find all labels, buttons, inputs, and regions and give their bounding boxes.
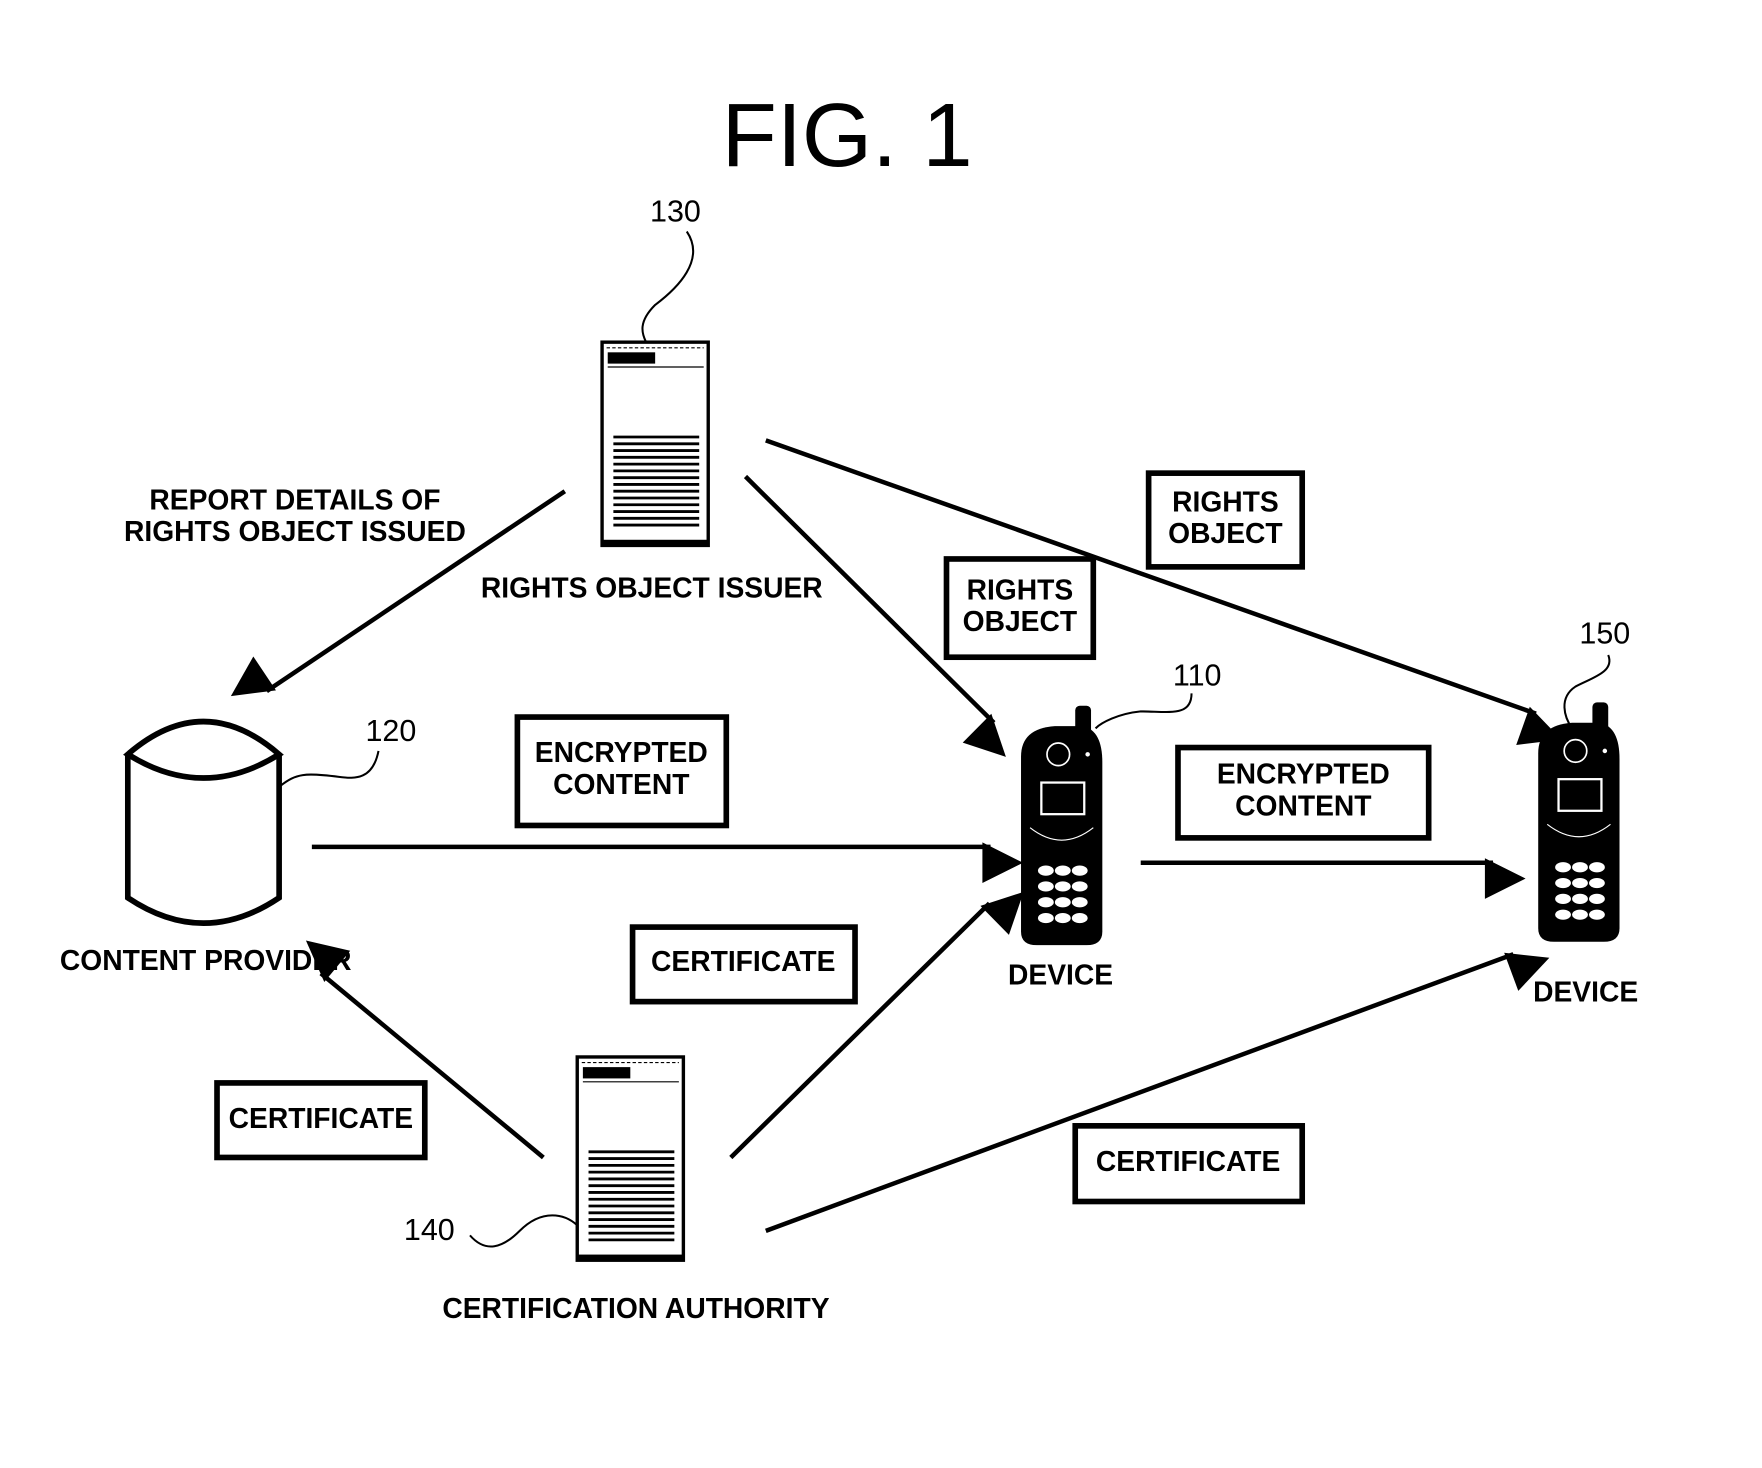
ref-130: 130 xyxy=(650,194,701,228)
ref-150: 150 xyxy=(1579,617,1630,651)
svg-text:CONTENT: CONTENT xyxy=(553,768,689,800)
database-icon xyxy=(123,718,284,926)
svg-text:CERTIFICATE: CERTIFICATE xyxy=(229,1102,413,1134)
certificate-box-cp: CERTIFICATE xyxy=(214,1080,428,1161)
svg-text:CERTIFICATE: CERTIFICATE xyxy=(651,945,835,977)
svg-text:ENCRYPTED: ENCRYPTED xyxy=(1217,758,1390,790)
svg-text:REPORT DETAILS OF: REPORT DETAILS OF xyxy=(149,483,440,515)
rights-object-issuer: 130 RIGHTS OBJECT ISSUER xyxy=(481,194,823,603)
content-provider-label: CONTENT PROVIDER xyxy=(60,944,352,976)
device-150: 150 DEVICE xyxy=(1533,617,1638,1008)
rights-object-issuer-label: RIGHTS OBJECT ISSUER xyxy=(481,571,823,603)
svg-text:ENCRYPTED: ENCRYPTED xyxy=(535,736,708,768)
ref-120: 120 xyxy=(365,714,416,748)
ref-110: 110 xyxy=(1173,658,1222,692)
report-label: REPORT DETAILS OF RIGHTS OBJECT ISSUED xyxy=(124,483,466,547)
mobile-phone-icon xyxy=(1019,704,1104,947)
svg-text:CONTENT: CONTENT xyxy=(1235,789,1371,821)
rights-object-box-110: RIGHTS OBJECT xyxy=(943,556,1097,661)
server-icon xyxy=(575,1055,686,1264)
device-110-label: DEVICE xyxy=(1008,959,1113,991)
svg-text:CERTIFICATE: CERTIFICATE xyxy=(1096,1145,1280,1177)
encrypted-content-box-2: ENCRYPTED CONTENT xyxy=(1175,744,1432,841)
svg-text:RIGHTS: RIGHTS xyxy=(967,574,1074,606)
certificate-box-150: CERTIFICATE xyxy=(1072,1123,1306,1205)
ref-140: 140 xyxy=(404,1213,455,1247)
certification-authority-label: CERTIFICATION AUTHORITY xyxy=(442,1292,829,1324)
server-icon xyxy=(600,340,710,549)
svg-text:RIGHTS: RIGHTS xyxy=(1172,486,1279,518)
certificate-box-110: CERTIFICATE xyxy=(629,924,858,1005)
encrypted-content-box-1: ENCRYPTED CONTENT xyxy=(514,714,730,829)
svg-text:OBJECT: OBJECT xyxy=(963,605,1077,637)
svg-text:RIGHTS OBJECT ISSUED: RIGHTS OBJECT ISSUED xyxy=(124,515,466,547)
svg-text:OBJECT: OBJECT xyxy=(1168,517,1282,549)
figure-title: FIG. 1 xyxy=(722,85,973,186)
rights-object-box-150: RIGHTS OBJECT xyxy=(1145,470,1306,570)
mobile-phone-icon xyxy=(1537,701,1621,943)
device-150-label: DEVICE xyxy=(1533,976,1638,1008)
diagram: FIG. 1 130 RIGHTS OBJECT ISSUER 120 CONT… xyxy=(60,85,1638,1324)
